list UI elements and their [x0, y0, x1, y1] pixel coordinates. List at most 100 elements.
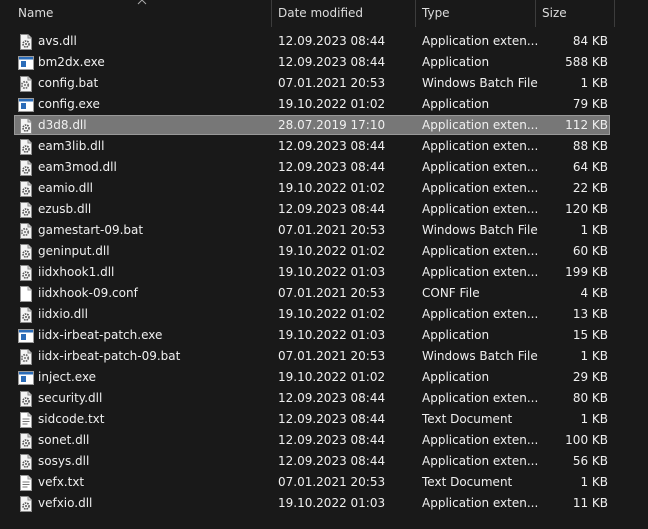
file-type: Application exten...	[422, 454, 539, 468]
text-file-icon	[18, 412, 34, 428]
file-row[interactable]: geninput.dll 19.10.2022 01:02 Application …	[0, 241, 648, 262]
exe-window-icon	[18, 55, 34, 71]
file-name: bm2dx.exe	[38, 55, 105, 69]
file-size: 1 KB	[580, 349, 608, 363]
file-date-modified: 19.10.2022 01:03	[278, 265, 386, 279]
file-row[interactable]: vefx.txt 07.01.2021 20:53 Text Document 1 K…	[0, 472, 648, 493]
dll-gear-icon	[18, 265, 34, 281]
file-row[interactable]: inject.exe 19.10.2022 01:02 Application 29 …	[0, 367, 648, 388]
exe-window-icon	[18, 328, 34, 344]
file-type: Application exten...	[422, 244, 539, 258]
file-size: 56 KB	[572, 454, 608, 468]
dll-gear-icon	[18, 160, 34, 176]
file-date-modified: 12.09.2023 08:44	[278, 55, 386, 69]
dll-gear-icon	[18, 181, 34, 197]
file-name: eam3lib.dll	[38, 139, 105, 153]
file-date-modified: 28.07.2019 17:10	[278, 118, 386, 132]
file-type: Application	[422, 55, 490, 69]
file-size: 29 KB	[572, 370, 608, 384]
file-name: geninput.dll	[38, 244, 110, 258]
file-row[interactable]: eam3lib.dll 12.09.2023 08:44 Application e…	[0, 136, 648, 157]
file-size: 100 KB	[565, 433, 608, 447]
column-header-type[interactable]: Type	[422, 0, 450, 27]
column-header-size[interactable]: Size	[542, 0, 567, 27]
file-row[interactable]: d3d8.dll 28.07.2019 17:10 Application exte…	[0, 115, 648, 136]
file-size: 80 KB	[572, 391, 608, 405]
file-row[interactable]: sosys.dll 12.09.2023 08:44 Application ext…	[0, 451, 648, 472]
file-row[interactable]: iidx-irbeat-patch.exe 19.10.2022 01:03 App…	[0, 325, 648, 346]
file-type: Application exten...	[422, 391, 539, 405]
file-date-modified: 07.01.2021 20:53	[278, 349, 386, 363]
file-size: 22 KB	[572, 181, 608, 195]
column-divider[interactable]	[535, 0, 536, 27]
file-type: Application exten...	[422, 118, 539, 132]
file-date-modified: 19.10.2022 01:02	[278, 244, 386, 258]
file-row[interactable]: gamestart-09.bat 07.01.2021 20:53 Windows …	[0, 220, 648, 241]
dll-gear-icon	[18, 454, 34, 470]
file-type: Windows Batch File	[422, 76, 538, 90]
column-header-date[interactable]: Date modified	[278, 0, 363, 27]
file-size: 588 KB	[565, 55, 608, 69]
file-date-modified: 12.09.2023 08:44	[278, 433, 386, 447]
file-rows: avs.dll 12.09.2023 08:44 Application exten…	[0, 31, 648, 514]
column-divider[interactable]	[271, 0, 272, 27]
file-row[interactable]: avs.dll 12.09.2023 08:44 Application exten…	[0, 31, 648, 52]
file-name: eam3mod.dll	[38, 160, 117, 174]
file-row[interactable]: iidxhook-09.conf 07.01.2021 20:53 CONF Fil…	[0, 283, 648, 304]
file-date-modified: 12.09.2023 08:44	[278, 202, 386, 216]
column-header-name[interactable]: Name	[18, 0, 53, 27]
file-name: iidx-irbeat-patch.exe	[38, 328, 163, 342]
dll-gear-icon	[18, 433, 34, 449]
file-date-modified: 19.10.2022 01:02	[278, 307, 386, 321]
file-date-modified: 12.09.2023 08:44	[278, 391, 386, 405]
file-size: 112 KB	[565, 118, 608, 132]
file-type: Windows Batch File	[422, 349, 538, 363]
file-row[interactable]: bm2dx.exe 12.09.2023 08:44 Application 588 …	[0, 52, 648, 73]
file-date-modified: 12.09.2023 08:44	[278, 160, 386, 174]
file-row[interactable]: sidcode.txt 12.09.2023 08:44 Text Document…	[0, 409, 648, 430]
file-size: 11 KB	[572, 496, 608, 510]
dll-gear-icon	[18, 118, 34, 134]
file-size: 60 KB	[572, 244, 608, 258]
file-name: sosys.dll	[38, 454, 90, 468]
file-row[interactable]: sonet.dll 12.09.2023 08:44 Application ext…	[0, 430, 648, 451]
file-date-modified: 12.09.2023 08:44	[278, 454, 386, 468]
file-name: iidxhook-09.conf	[38, 286, 138, 300]
file-type: Text Document	[422, 475, 513, 489]
file-row[interactable]: iidxio.dll 19.10.2022 01:02 Application ex…	[0, 304, 648, 325]
file-name: config.exe	[38, 97, 100, 111]
file-row[interactable]: eam3mod.dll 12.09.2023 08:44 Application e…	[0, 157, 648, 178]
file-row[interactable]: config.exe 19.10.2022 01:02 Application 79 …	[0, 94, 648, 115]
file-date-modified: 07.01.2021 20:53	[278, 475, 386, 489]
file-row[interactable]: config.bat 07.01.2021 20:53 Windows Batch …	[0, 73, 648, 94]
file-type: Application exten...	[422, 202, 539, 216]
sort-ascending-icon	[137, 0, 147, 5]
file-type: CONF File	[422, 286, 480, 300]
text-file-icon	[18, 475, 34, 491]
file-name: vefx.txt	[38, 475, 85, 489]
bat-gear-icon	[18, 349, 34, 365]
dll-gear-icon	[18, 202, 34, 218]
file-name: iidxhook1.dll	[38, 265, 115, 279]
file-row[interactable]: ezusb.dll 12.09.2023 08:44 Application ext…	[0, 199, 648, 220]
dll-gear-icon	[18, 307, 34, 323]
file-date-modified: 12.09.2023 08:44	[278, 412, 386, 426]
file-row[interactable]: eamio.dll 19.10.2022 01:02 Application ext…	[0, 178, 648, 199]
file-size: 64 KB	[572, 160, 608, 174]
file-size: 1 KB	[580, 412, 608, 426]
file-row[interactable]: iidx-irbeat-patch-09.bat 07.01.2021 20:53…	[0, 346, 648, 367]
file-type: Application exten...	[422, 496, 539, 510]
file-size: 84 KB	[572, 34, 608, 48]
file-size: 1 KB	[580, 223, 608, 237]
file-date-modified: 07.01.2021 20:53	[278, 286, 386, 300]
file-row[interactable]: vefxio.dll 19.10.2022 01:03 Application ex…	[0, 493, 648, 514]
file-row[interactable]: iidxhook1.dll 19.10.2022 01:03 Application…	[0, 262, 648, 283]
file-type: Application exten...	[422, 265, 539, 279]
file-date-modified: 19.10.2022 01:03	[278, 496, 386, 510]
column-divider[interactable]	[415, 0, 416, 27]
file-date-modified: 12.09.2023 08:44	[278, 139, 386, 153]
column-divider[interactable]	[614, 0, 615, 27]
file-name: inject.exe	[38, 370, 97, 384]
file-row[interactable]: security.dll 12.09.2023 08:44 Application …	[0, 388, 648, 409]
file-type: Text Document	[422, 412, 513, 426]
